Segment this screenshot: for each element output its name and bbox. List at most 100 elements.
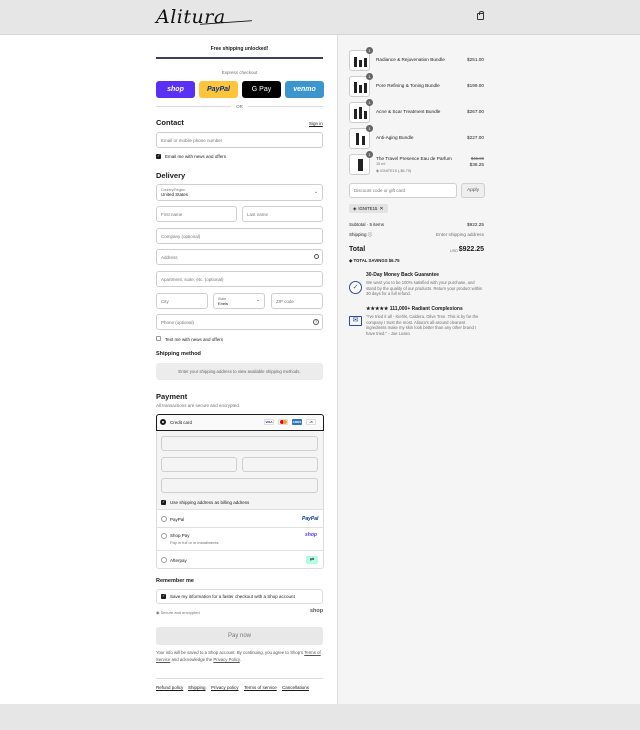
total-value: $922.25 (458, 246, 484, 253)
product-discount-tag: ◈ IGNITE15 (-$6.75) (376, 168, 411, 173)
card-name-field[interactable] (161, 478, 318, 493)
discount-code-field[interactable]: Discount code or gift card (349, 183, 457, 198)
product-variant: 15 ml (376, 162, 386, 166)
refund-policy-link[interactable]: Refund policy (156, 685, 183, 690)
product-name: Pore Refining & Toning Bundle (376, 83, 440, 88)
express-checkout-label: Express checkout (221, 70, 258, 75)
legal-text-part3: . (239, 656, 241, 662)
venmo-express-button[interactable]: venmo (285, 81, 324, 98)
country-value: United States (161, 192, 189, 197)
credit-card-label: Credit card (170, 420, 193, 425)
product-price: $267.00 (467, 109, 484, 114)
card-expiry-field[interactable] (161, 457, 237, 472)
free-shipping-banner: Free shipping unlocked! (210, 46, 269, 52)
more-cards-badge: +5 (306, 419, 316, 425)
delivery-title: Delivery (156, 171, 186, 180)
visa-icon: VISA (264, 419, 274, 425)
save-info-checkbox[interactable] (161, 593, 166, 599)
product-original-price: $45.00 (470, 156, 484, 161)
payment-subtitle: All transactions are secure and encrypte… (156, 403, 241, 408)
shipping-label: Shipping ⓘ (349, 232, 372, 238)
pay-now-button[interactable]: Pay now (156, 627, 323, 645)
paypal-radio[interactable] (161, 516, 167, 522)
remove-discount-icon[interactable]: ✕ (379, 206, 383, 212)
zip-field[interactable]: ZIP code (271, 293, 323, 309)
chevron-down-icon: ⌄ (256, 297, 261, 303)
save-info-label: Save my information for a faster checkou… (170, 594, 295, 599)
subtotal-value: $922.25 (467, 222, 484, 227)
email-news-checkbox[interactable] (156, 153, 161, 159)
footer-divider (156, 678, 323, 679)
state-value: Enels (218, 300, 229, 306)
free-shipping-progress-bar (156, 57, 323, 59)
text-news-checkbox[interactable] (156, 336, 161, 341)
product-name: Radiance & Rejuvenation Bundle (376, 57, 445, 62)
reviews-quote: "I've tried it all - Kiehls, Caldera, Ol… (366, 314, 479, 336)
google-pay-express-button[interactable]: G Pay (242, 81, 281, 98)
legal-text-part2: and acknowledge the (171, 656, 213, 662)
city-field[interactable]: City (156, 293, 208, 309)
card-cvc-field[interactable] (242, 457, 318, 472)
sign-in-link[interactable]: Sign in (309, 121, 323, 126)
legal-text-part1: Your info will be saved to a Shop accoun… (156, 650, 304, 655)
credit-card-radio[interactable] (160, 419, 166, 425)
total-label: Total (349, 246, 366, 253)
shop-pay-radio[interactable] (161, 533, 167, 539)
last-name-field[interactable]: Last name (242, 206, 323, 222)
shop-pay-express-button[interactable]: shop (156, 81, 195, 98)
product-name: The Travel Presence Eau de Parfum (376, 156, 452, 161)
terms-of-service-footer-link[interactable]: Terms of service (244, 685, 277, 690)
shop-logo-icon: shop (305, 532, 317, 538)
email-field[interactable]: Email or mobile phone number (156, 132, 323, 148)
help-icon[interactable]: ? (313, 319, 319, 325)
paypal-logo-icon: PayPal (302, 516, 319, 522)
privacy-policy-footer-link[interactable]: Privacy policy (211, 685, 239, 690)
guarantee-text: We want you to be 100% satisfied with yo… (366, 280, 483, 296)
shipping-label-text: Shipping (349, 232, 367, 237)
product-price: $227.00 (467, 135, 484, 140)
savings-value: $6.75 (388, 258, 400, 263)
savings-label: TOTAL SAVINGS (353, 258, 388, 263)
reviews-title: ★★★★★ 111,000+ Radiant Complexions (366, 306, 463, 312)
page-bottom (0, 704, 640, 730)
text-news-label: Text me with news and offers (165, 337, 223, 342)
address-field[interactable]: Address (156, 249, 323, 265)
afterpay-radio[interactable] (161, 557, 167, 563)
paypal-label: PayPal (170, 517, 185, 522)
country-select[interactable]: Country/Region United States (156, 184, 323, 201)
company-field[interactable]: Company (optional) (156, 228, 323, 244)
product-price: $199.00 (467, 83, 484, 88)
paypal-express-button[interactable]: PayPal (199, 81, 238, 98)
secure-encrypted-label: ◉ Secure and encrypted (156, 610, 200, 615)
mastercard-icon (278, 419, 288, 425)
product-price: $251.00 (467, 57, 484, 62)
privacy-policy-link[interactable]: Privacy Policy (213, 657, 239, 662)
shipping-link[interactable]: Shipping (188, 685, 206, 690)
legal-text: Your info will be saved to a Shop accoun… (156, 650, 323, 663)
amex-icon: AMEX (292, 419, 302, 425)
card-number-field[interactable] (161, 436, 318, 451)
afterpay-label: Afterpay (170, 558, 187, 563)
guarantee-badge-icon: ✓ (349, 281, 362, 294)
shopping-bag-icon[interactable] (477, 11, 484, 20)
apply-discount-button[interactable]: Apply (461, 183, 485, 198)
payment-title: Payment (156, 392, 188, 401)
header: Alitura (0, 0, 640, 35)
first-name-field[interactable]: First name (156, 206, 237, 222)
mail-icon: ✉ (349, 316, 362, 326)
billing-same-label: Use shipping address as billing address (170, 500, 250, 505)
phone-field[interactable]: Phone (optional) (156, 314, 323, 330)
product-name: Acne & Scar Treatment Bundle (376, 109, 441, 114)
search-icon (314, 254, 319, 259)
applied-discount-code: IGNITE15 (358, 206, 378, 211)
shop-footer-logo: shop (310, 608, 324, 614)
total-savings: ◈ TOTAL SAVINGS $6.75 (349, 258, 400, 264)
info-icon[interactable]: ⓘ (368, 232, 373, 237)
apartment-field[interactable]: Apartment, suite, etc. (optional) (156, 271, 323, 287)
brand-logo[interactable]: Alitura (156, 6, 226, 28)
applied-discount-chip: ◈ IGNITE15 ✕ (349, 204, 388, 213)
cancellations-link[interactable]: Cancellations (282, 685, 309, 690)
billing-same-checkbox[interactable] (161, 499, 166, 505)
shipping-value: Enter shipping address (436, 232, 484, 237)
secure-encrypted-text: Secure and encrypted (160, 610, 200, 615)
